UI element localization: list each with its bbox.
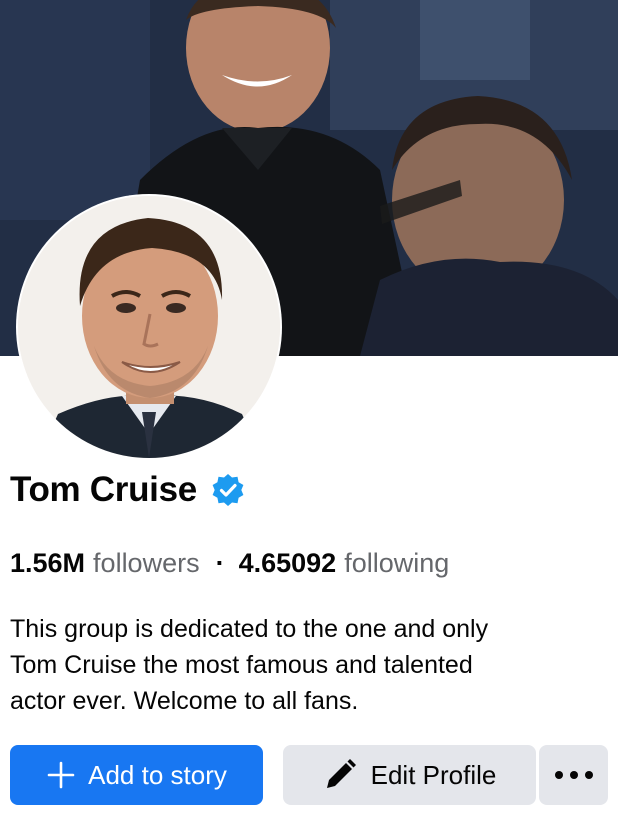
- edit-profile-label: Edit Profile: [370, 759, 497, 790]
- profile-name: Tom Cruise: [10, 470, 197, 509]
- more-dots-icon: [554, 771, 593, 779]
- bio-line: Tom Cruise the most famous and talented: [10, 651, 473, 679]
- add-to-story-button[interactable]: Add to story: [10, 745, 263, 805]
- plus-icon: [47, 761, 75, 789]
- verified-badge-icon[interactable]: [211, 473, 245, 507]
- followers-count[interactable]: 1.56M: [10, 548, 85, 579]
- following-count[interactable]: 4.65092: [239, 548, 337, 579]
- stats-separator: ·: [215, 548, 225, 578]
- profile-name-row: Tom Cruise: [10, 470, 245, 510]
- profile-bio: This group is dedicated to the one and o…: [10, 611, 610, 719]
- avatar-image: [18, 196, 280, 458]
- more-options-button[interactable]: [539, 745, 608, 805]
- pencil-icon: [326, 759, 356, 788]
- profile-stats: 1.56M followers · 4.65092 following: [10, 548, 449, 579]
- followers-label[interactable]: followers: [93, 548, 200, 579]
- bio-line: This group is dedicated to the one and o…: [10, 615, 489, 643]
- following-label[interactable]: following: [344, 548, 449, 579]
- edit-profile-button[interactable]: Edit Profile: [283, 745, 536, 805]
- profile-avatar[interactable]: [18, 196, 280, 458]
- bio-line: actor ever. Welcome to all fans.: [10, 687, 359, 715]
- add-to-story-label: Add to story: [88, 759, 227, 790]
